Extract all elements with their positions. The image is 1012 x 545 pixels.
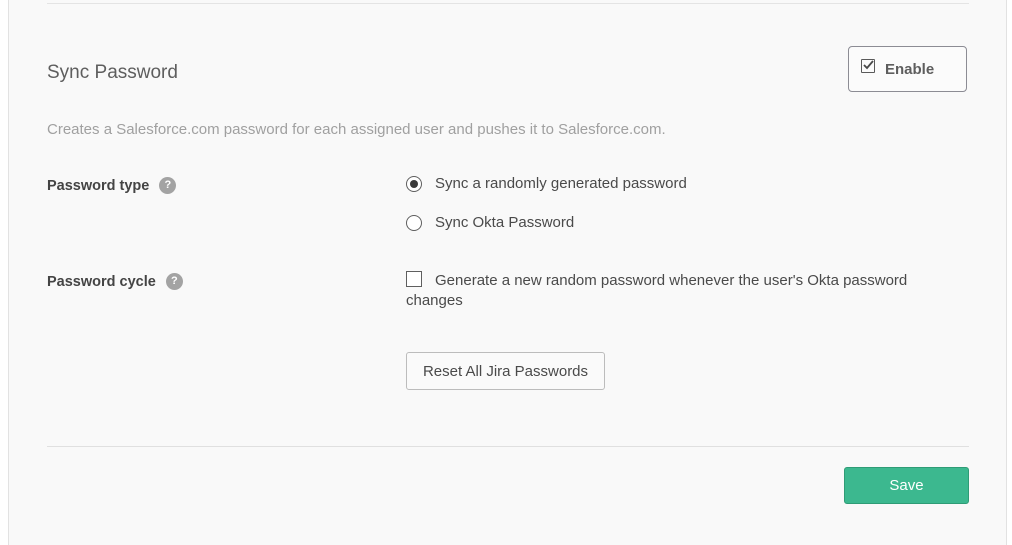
reset-all-passwords-button[interactable]: Reset All Jira Passwords (406, 352, 605, 390)
section-description: Creates a Salesforce.com password for ea… (47, 121, 666, 138)
password-cycle-checkbox-row[interactable]: Generate a new random password whenever … (406, 271, 966, 311)
settings-panel: Sync Password Enable Creates a Salesforc… (8, 0, 1007, 545)
radio-label: Sync Okta Password (435, 214, 575, 231)
radio-sync-random-password[interactable]: Sync a randomly generated password (406, 175, 687, 192)
radio-button[interactable] (406, 214, 422, 231)
save-button[interactable]: Save (844, 467, 969, 504)
radio-button-selected[interactable] (406, 175, 422, 192)
radio-sync-okta-password[interactable]: Sync Okta Password (406, 214, 574, 231)
top-divider (47, 3, 969, 4)
password-cycle-checkbox[interactable] (406, 271, 422, 287)
radio-label: Sync a randomly generated password (435, 175, 687, 192)
enable-checkbox-icon (861, 59, 875, 73)
enable-label: Enable (885, 60, 935, 78)
password-cycle-field: Password cycle ? (47, 273, 183, 290)
password-type-field: Password type ? (47, 177, 177, 194)
section-title: Sync Password (47, 62, 178, 83)
password-cycle-label: Password cycle (47, 273, 156, 290)
bottom-divider (47, 446, 969, 447)
enable-button[interactable]: Enable (848, 46, 967, 92)
password-type-label: Password type (47, 177, 150, 194)
password-cycle-checkbox-label: Generate a new random password whenever … (406, 272, 908, 309)
password-type-help-icon[interactable]: ? (159, 177, 177, 194)
password-cycle-help-icon[interactable]: ? (165, 273, 183, 290)
